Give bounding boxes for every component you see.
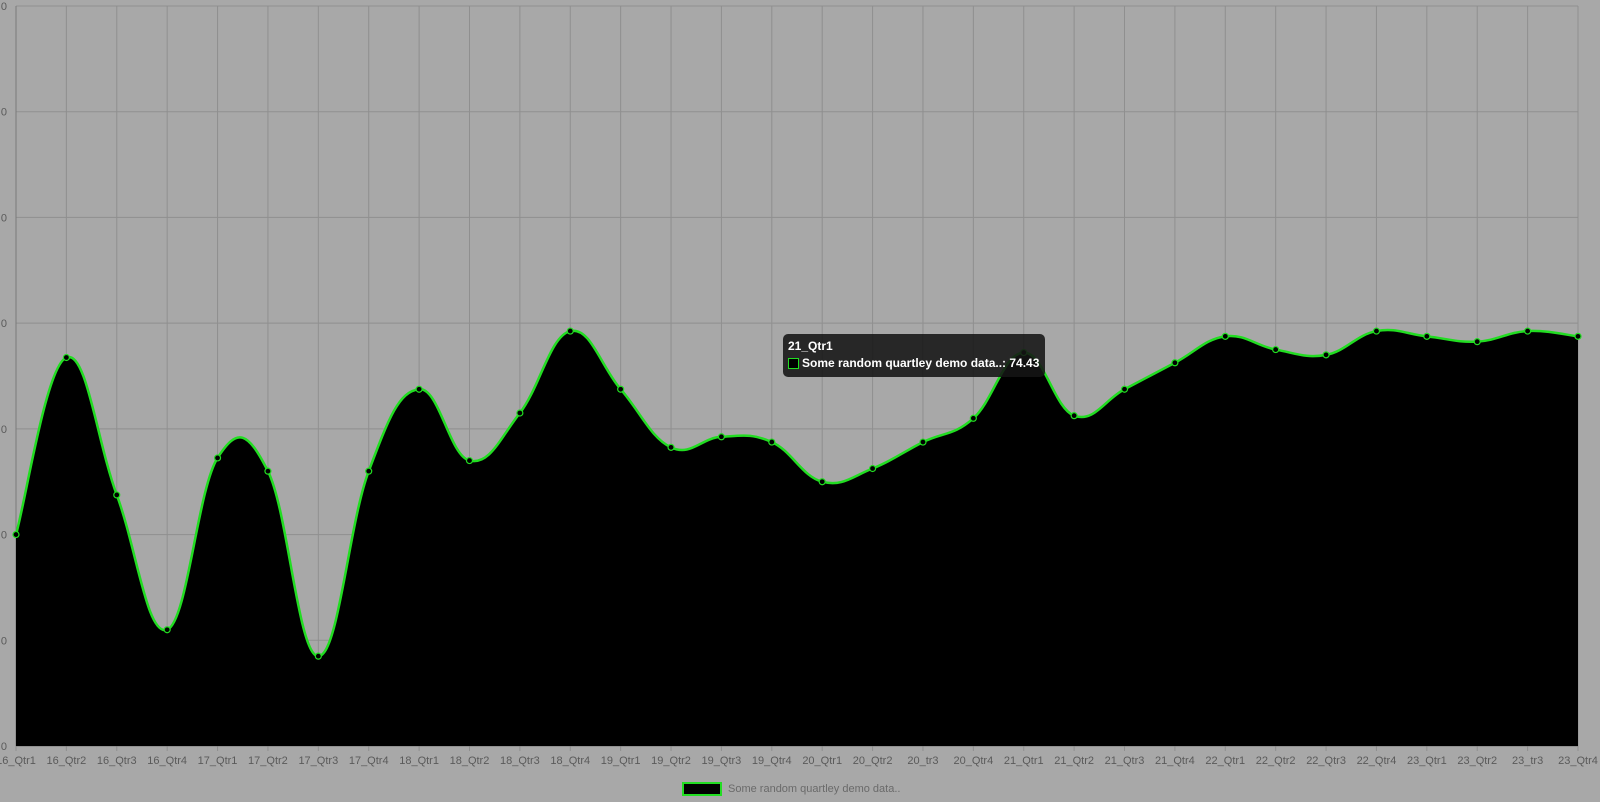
x-tick-label: 20_Qtr1 xyxy=(802,755,842,767)
data-point xyxy=(969,414,977,422)
data-point xyxy=(213,454,222,462)
data-point xyxy=(264,467,272,475)
data-point xyxy=(1120,385,1129,393)
x-tick-label: 18_Qtr2 xyxy=(450,755,490,767)
x-tick-label: 20_Qtr2 xyxy=(853,755,893,767)
data-point xyxy=(1423,332,1431,340)
tooltip-swatch xyxy=(788,358,799,369)
x-tick-label: 23_Qtr4 xyxy=(1558,755,1598,767)
legend-label: Some random quartley demo data.. xyxy=(728,783,901,795)
x-tick-label: 17_Qtr1 xyxy=(198,755,238,767)
y-tick-label: 0 xyxy=(1,318,7,330)
x-tick-label: 18_Qtr4 xyxy=(550,755,590,767)
data-point xyxy=(1524,327,1532,335)
x-tick-label: 16_Qtr4 xyxy=(147,755,187,767)
tooltip-title: 21_Qtr1 xyxy=(788,339,833,353)
y-tick-label: 0 xyxy=(1,530,7,542)
tooltip-label: Some random quartley demo data..: 74.43 xyxy=(802,356,1040,370)
legend-swatch xyxy=(682,782,722,796)
x-tick-label: 18_Qtr1 xyxy=(399,755,439,767)
data-point xyxy=(617,385,625,393)
y-tick-label: 0 xyxy=(1,741,7,753)
data-point xyxy=(717,433,726,441)
x-tick-label: 21_Qtr2 xyxy=(1054,755,1094,767)
data-point xyxy=(365,467,373,475)
y-tick-label: 0 xyxy=(1,212,7,224)
x-tick-label: 20_Qtr4 xyxy=(953,755,993,767)
x-tick-label: 23_Qtr2 xyxy=(1457,755,1497,767)
x-tick-label: 21_Qtr3 xyxy=(1105,755,1145,767)
data-point xyxy=(62,353,70,362)
y-tick-label: 0 xyxy=(1,424,7,436)
data-point xyxy=(868,464,877,473)
data-point xyxy=(415,385,423,393)
data-point xyxy=(768,438,776,446)
x-tick-label: 16_Qtr2 xyxy=(47,755,87,767)
x-tick-label: 23_Qtr1 xyxy=(1407,755,1447,767)
tooltip: 21_Qtr1 Some random quartley demo data..… xyxy=(783,334,1046,377)
chart-plot: 0 0 0 0 0 0 0 0 16_Qtr1 16_Qtr2 16_Qtr3 16_Qtr4 17_Q… xyxy=(0,1,1598,767)
x-tick-label: 17_Qtr2 xyxy=(248,755,288,767)
data-point xyxy=(1322,351,1330,359)
tooltip-row: Some random quartley demo data..: 74.43 xyxy=(788,355,1039,372)
x-tick-label: 21_Qtr4 xyxy=(1155,755,1195,767)
x-tick-label: 21_Qtr1 xyxy=(1004,755,1044,767)
x-tick-label: 17_Qtr4 xyxy=(349,755,389,767)
data-point xyxy=(1272,345,1280,354)
data-point xyxy=(12,530,20,539)
data-point xyxy=(465,456,474,465)
data-point xyxy=(1070,412,1078,420)
data-point xyxy=(113,491,121,499)
x-tick-label: 22_Qtr1 xyxy=(1205,755,1245,767)
data-point xyxy=(667,443,675,451)
x-tick-label: 18_Qtr3 xyxy=(500,755,540,767)
x-tick-label: 19_Qtr3 xyxy=(702,755,742,767)
y-tick-label: 0 xyxy=(1,635,7,647)
data-point xyxy=(1372,327,1381,335)
x-tick-label: 19_Qtr4 xyxy=(752,755,792,767)
data-point xyxy=(1574,332,1582,340)
x-tick-label: 22_Qtr4 xyxy=(1357,755,1397,767)
data-point xyxy=(163,626,171,634)
data-point xyxy=(1221,332,1229,340)
x-tick-label: 22_Qtr3 xyxy=(1306,755,1346,767)
data-point xyxy=(919,438,927,446)
x-tick-label: 20_tr3 xyxy=(907,755,938,767)
data-point xyxy=(818,478,826,486)
series-area xyxy=(16,329,1578,746)
data-point xyxy=(1473,338,1481,346)
y-tick-label: 0 xyxy=(1,107,7,119)
legend[interactable]: Some random quartley demo data.. xyxy=(682,782,900,796)
y-tick-label: 0 xyxy=(1,1,7,13)
x-tick-label: 22_Qtr2 xyxy=(1256,755,1296,767)
x-tick-label: 17_Qtr3 xyxy=(298,755,338,767)
chart: 0 0 0 0 0 0 0 0 16_Qtr1 16_Qtr2 16_Qtr3 16_Qtr4 17_Q… xyxy=(0,0,1600,802)
x-tick-label: 19_Qtr2 xyxy=(651,755,691,767)
x-tick-label: 16_Qtr1 xyxy=(0,755,36,767)
data-point xyxy=(516,409,524,417)
data-point xyxy=(566,327,574,335)
data-point xyxy=(1171,359,1179,367)
x-tick-label: 19_Qtr1 xyxy=(601,755,641,767)
x-tick-label: 16_Qtr3 xyxy=(97,755,137,767)
data-point xyxy=(314,652,322,660)
x-tick-label: 23_tr3 xyxy=(1512,755,1543,767)
